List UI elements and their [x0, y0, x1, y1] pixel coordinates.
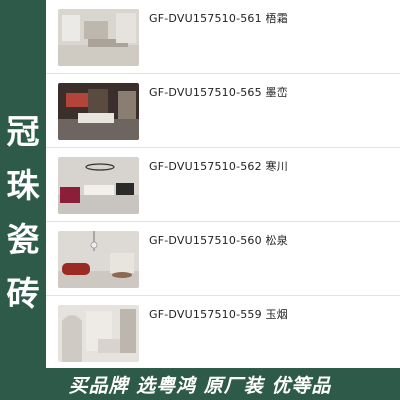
brand-char-3: 瓷 [6, 219, 40, 259]
product-item-561[interactable]: GF-DVU157510-561 梧霜 [46, 0, 400, 74]
brand-sidebar: 冠 珠 瓷 砖 [0, 0, 46, 368]
product-item-559[interactable]: GF-DVU157510-559 玉烟 [46, 296, 400, 368]
product-title[interactable]: GF-DVU157510-562 寒川 [149, 158, 288, 174]
product-thumbnail[interactable] [58, 9, 139, 66]
product-item-560[interactable]: GF-DVU157510-560 松泉 [46, 222, 400, 296]
product-list: GF-DVU157510-561 梧霜 GF-DVU157510-565 墨峦 [46, 0, 400, 368]
product-title[interactable]: GF-DVU157510-565 墨峦 [149, 84, 288, 100]
brand-char-4: 砖 [6, 273, 40, 313]
product-thumbnail[interactable] [58, 231, 139, 288]
product-thumbnail[interactable] [58, 157, 139, 214]
product-title[interactable]: GF-DVU157510-559 玉烟 [149, 306, 288, 322]
slogan-banner: 买品牌 选粤鸿 原厂装 优等品 [0, 368, 400, 400]
product-thumbnail[interactable] [58, 305, 139, 362]
product-title[interactable]: GF-DVU157510-560 松泉 [149, 232, 288, 248]
product-thumbnail[interactable] [58, 83, 139, 140]
brand-char-2: 珠 [6, 165, 40, 205]
product-item-565[interactable]: GF-DVU157510-565 墨峦 [46, 74, 400, 148]
product-title[interactable]: GF-DVU157510-561 梧霜 [149, 10, 288, 26]
product-item-562[interactable]: GF-DVU157510-562 寒川 [46, 148, 400, 222]
brand-char-1: 冠 [6, 111, 40, 151]
